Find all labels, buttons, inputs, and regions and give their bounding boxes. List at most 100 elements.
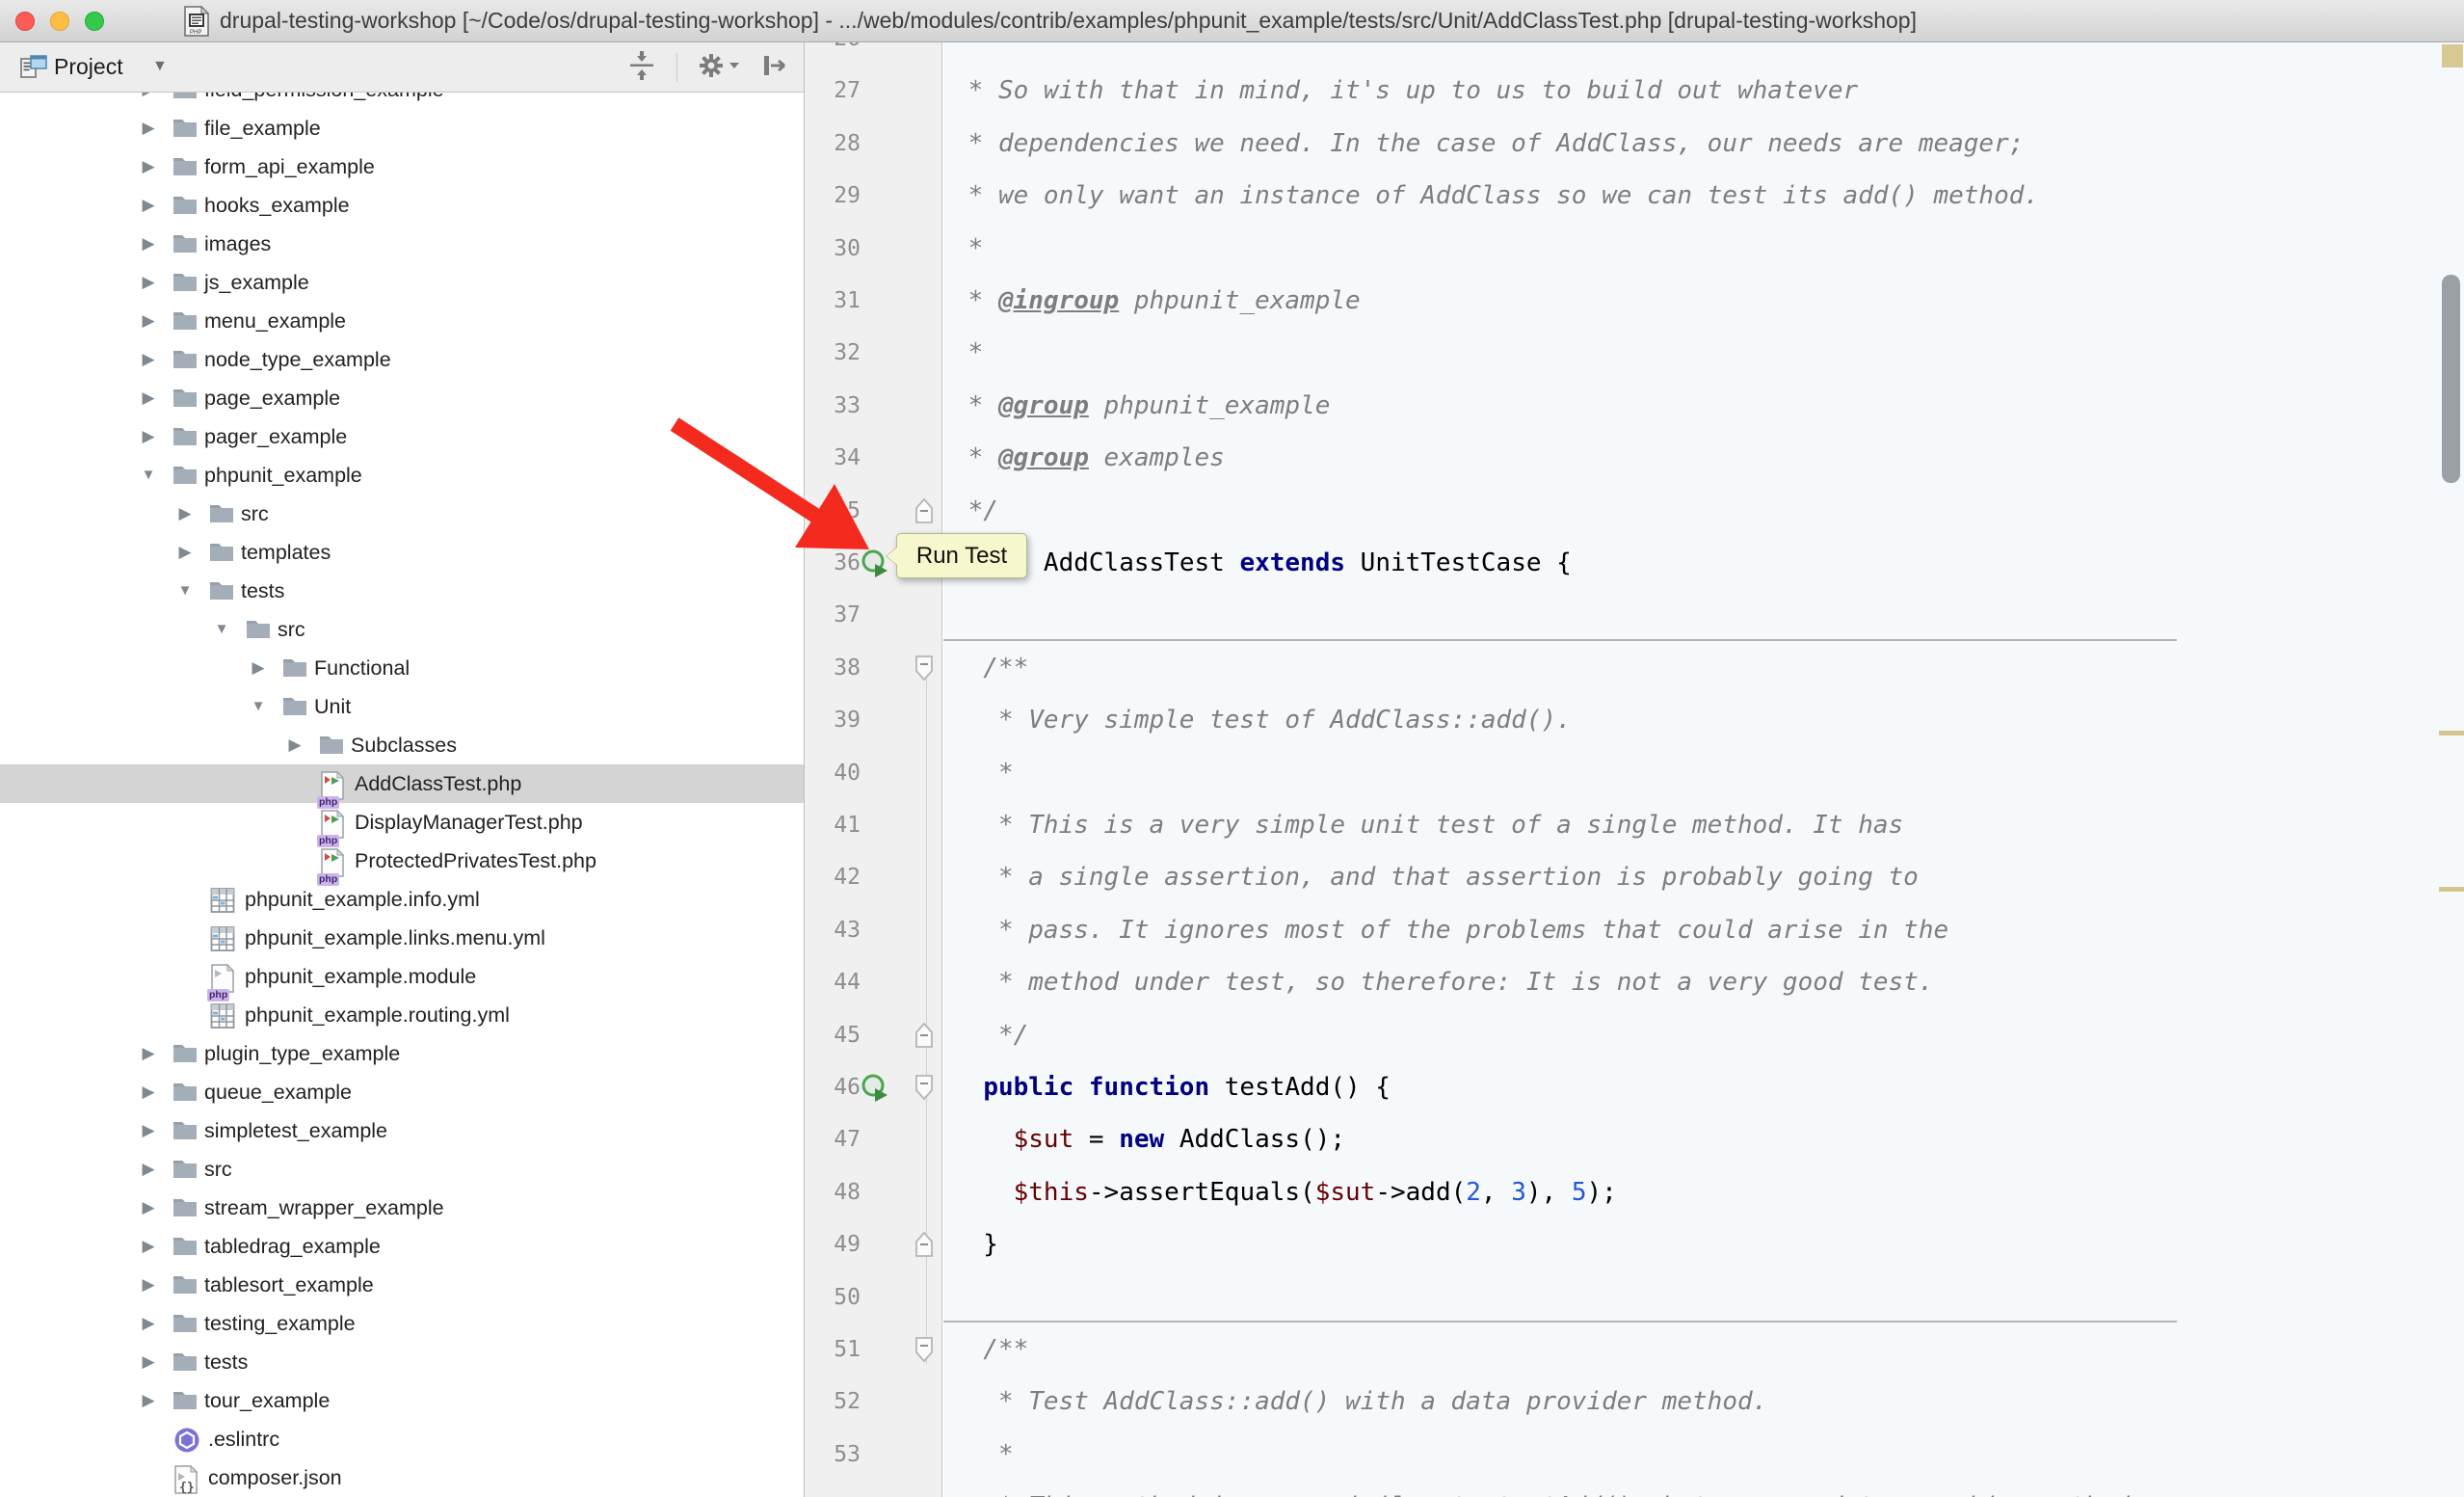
tree-item-ProtectedPrivatesTest.php[interactable]: phpProtectedPrivatesTest.php [0, 842, 805, 880]
tree-item-phpunit_example.module[interactable]: phpphpunit_example.module [0, 957, 805, 996]
warning-stripe-mark[interactable] [2439, 731, 2464, 735]
tree-item-tests[interactable]: ▼tests [0, 572, 805, 610]
tree-item-tour_example[interactable]: ▶tour_example [0, 1381, 805, 1420]
code-token: testAdd() { [1209, 1073, 1391, 1102]
expand-arrow[interactable]: ▶ [137, 186, 160, 225]
code-token: * dependencies we need. In the case of A… [953, 129, 2024, 158]
expand-arrow[interactable]: ▶ [137, 109, 160, 147]
tree-item-stream_wrapper_example[interactable]: ▶stream_wrapper_example [0, 1189, 805, 1227]
expand-arrow[interactable]: ▶ [137, 225, 160, 263]
code-line-38: /** [953, 642, 1028, 694]
gear-icon[interactable] [695, 48, 741, 88]
fold-marker-icon[interactable] [913, 1073, 936, 1107]
tree-item-label: page_example [204, 379, 340, 417]
expand-arrow[interactable]: ▶ [283, 726, 306, 764]
tree-item-src[interactable]: ▼src [0, 610, 805, 649]
tree-item-testing_example[interactable]: ▶testing_example [0, 1304, 805, 1343]
warning-stripe-mark[interactable] [2439, 887, 2464, 892]
close-button[interactable] [15, 12, 35, 31]
tree-item-form_api_example[interactable]: ▶form_api_example [0, 147, 805, 186]
expand-arrow[interactable]: ▼ [173, 572, 197, 610]
expand-arrow[interactable]: ▶ [137, 1381, 160, 1420]
tree-item-Functional[interactable]: ▶Functional [0, 649, 805, 687]
fold-marker-icon[interactable] [913, 1230, 936, 1264]
project-panel-title[interactable]: Project [54, 42, 123, 91]
expand-arrow[interactable]: ▶ [173, 495, 197, 533]
minimize-button[interactable] [50, 12, 69, 31]
expand-arrow[interactable]: ▶ [137, 417, 160, 456]
tree-item-phpunit_example.routing.yml[interactable]: phpunit_example.routing.yml [0, 996, 805, 1034]
expand-arrow[interactable]: ▶ [173, 533, 197, 572]
expand-arrow[interactable]: ▼ [210, 610, 233, 649]
expand-arrow[interactable]: ▼ [137, 456, 160, 495]
code-token: $this [1014, 1178, 1089, 1207]
code-line-33: * @group phpunit_example [953, 380, 1330, 432]
tree-item-simpletest_example[interactable]: ▶simpletest_example [0, 1111, 805, 1150]
expand-arrow[interactable]: ▶ [137, 263, 160, 302]
folder-icon [281, 655, 308, 679]
expand-arrow[interactable]: ▶ [137, 1150, 160, 1189]
line-number: 39 [805, 694, 861, 746]
tree-item-tabledrag_example[interactable]: ▶tabledrag_example [0, 1227, 805, 1266]
chevron-down-icon[interactable]: ▼ [152, 42, 168, 91]
tree-item-phpunit_example.links.menu.yml[interactable]: phpunit_example.links.menu.yml [0, 919, 805, 957]
expand-arrow[interactable]: ▶ [137, 1304, 160, 1343]
tree-item-js_example[interactable]: ▶js_example [0, 263, 805, 302]
folder-icon [172, 1311, 199, 1334]
expand-arrow[interactable]: ▶ [137, 1343, 160, 1381]
tree-item-tablesort_example[interactable]: ▶tablesort_example [0, 1266, 805, 1304]
folder-icon [208, 501, 235, 524]
tree-item-phpunit_example.info.yml[interactable]: phpunit_example.info.yml [0, 880, 805, 919]
expand-arrow[interactable]: ▶ [247, 649, 270, 687]
fold-marker-icon[interactable] [913, 654, 936, 687]
tree-item-Subclasses[interactable]: ▶Subclasses [0, 726, 805, 764]
tree-item-Unit[interactable]: ▼Unit [0, 687, 805, 726]
expand-arrow[interactable]: ▼ [247, 687, 270, 726]
tree-item-DisplayManagerTest.php[interactable]: phpDisplayManagerTest.php [0, 803, 805, 842]
expand-arrow[interactable]: ▶ [137, 379, 160, 417]
collapse-all-icon[interactable] [624, 48, 659, 88]
tree-item-plugin_type_example[interactable]: ▶plugin_type_example [0, 1034, 805, 1073]
tree-item-node_type_example[interactable]: ▶node_type_example [0, 340, 805, 379]
zoom-button[interactable] [85, 12, 104, 31]
tree-item-menu_example[interactable]: ▶menu_example [0, 302, 805, 340]
expand-arrow[interactable]: ▶ [137, 340, 160, 379]
tree-item-page_example[interactable]: ▶ page_example [0, 379, 805, 417]
expand-arrow[interactable]: ▶ [137, 1189, 160, 1227]
tree-item-hooks_example[interactable]: ▶hooks_example [0, 186, 805, 225]
php-test-file-icon: php [320, 810, 345, 843]
tree-item-pager_example[interactable]: ▶pager_example [0, 417, 805, 456]
scrollbar-thumb[interactable] [2442, 275, 2460, 483]
tree-item-AddClassTest.php[interactable]: phpAddClassTest.php [0, 764, 805, 803]
expand-arrow[interactable]: ▶ [137, 1266, 160, 1304]
code-token: ), [1526, 1178, 1572, 1207]
folder-icon [172, 1350, 199, 1373]
code-editor[interactable]: * So with that in mind, it's up to us to… [943, 42, 2438, 1497]
folder-icon [172, 231, 199, 254]
tree-item-composer.json[interactable]: {}composer.json [0, 1458, 805, 1497]
expand-arrow[interactable]: ▶ [137, 1073, 160, 1111]
tree-item-file_example[interactable]: ▶file_example [0, 109, 805, 147]
tree-item-images[interactable]: ▶images [0, 225, 805, 263]
tree-item-phpunit_example[interactable]: ▼phpunit_example [0, 456, 805, 495]
expand-arrow[interactable]: ▶ [137, 1111, 160, 1150]
tree-item-src[interactable]: ▶src [0, 1150, 805, 1189]
run-test-gutter-icon[interactable] [861, 1073, 891, 1109]
window-controls [15, 12, 104, 31]
tree-item-src[interactable]: ▶src [0, 495, 805, 533]
tree-item-.eslintrc[interactable]: .eslintrc [0, 1420, 805, 1458]
expand-arrow[interactable]: ▶ [137, 147, 160, 186]
line-number: 28 [805, 118, 861, 170]
fold-marker-icon[interactable] [913, 1021, 936, 1055]
tree-item-templates[interactable]: ▶templates [0, 533, 805, 572]
expand-arrow[interactable]: ▶ [137, 1227, 160, 1266]
code-line-36: class AddClassTest extends UnitTestCase … [953, 537, 1572, 589]
tree-item-queue_example[interactable]: ▶queue_example [0, 1073, 805, 1111]
fold-marker-icon[interactable] [913, 496, 936, 530]
code-line-44: * method under test, so therefore: It is… [953, 956, 1933, 1008]
fold-marker-icon[interactable] [913, 1335, 936, 1369]
expand-arrow[interactable]: ▶ [137, 302, 160, 340]
tree-item-tests[interactable]: ▶tests [0, 1343, 805, 1381]
hide-panel-icon[interactable] [758, 48, 793, 88]
expand-arrow[interactable]: ▶ [137, 1034, 160, 1073]
